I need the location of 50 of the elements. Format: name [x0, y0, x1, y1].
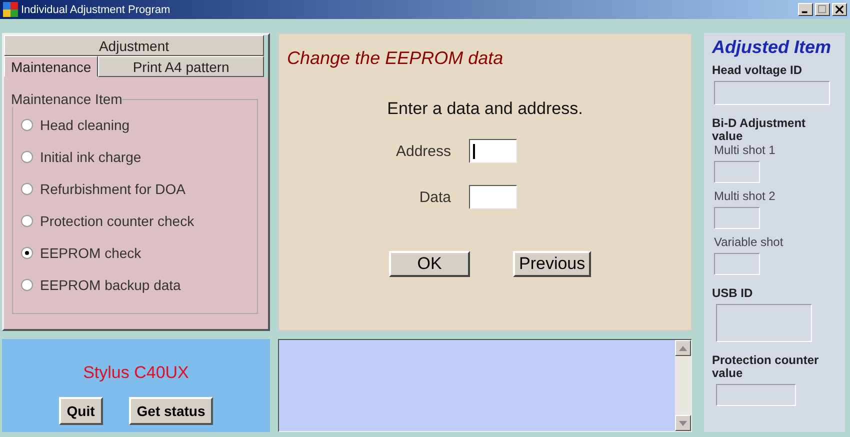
- close-icon: [835, 5, 844, 14]
- maximize-icon: [818, 5, 827, 14]
- item-label: Multi shot 1: [714, 143, 776, 157]
- maximize-button[interactable]: [815, 3, 830, 16]
- item-heading: Protection counter value: [712, 354, 820, 380]
- field-label: Address: [394, 142, 452, 160]
- scroll-up-button[interactable]: [675, 340, 691, 356]
- model-name: Stylus C40UX: [83, 363, 189, 383]
- radio-button[interactable]: [21, 151, 33, 163]
- window-title: Individual Adjustment Program: [21, 4, 172, 16]
- action-button[interactable]: Quit: [58, 397, 103, 425]
- option-label[interactable]: Head cleaning: [40, 117, 130, 133]
- scroll-down-button[interactable]: [675, 415, 691, 431]
- input-field[interactable]: [469, 139, 517, 163]
- option-label[interactable]: EEPROM check: [40, 245, 142, 261]
- tab[interactable]: Print A4 pattern: [98, 56, 264, 77]
- option-label[interactable]: Refurbishment for DOA: [40, 181, 186, 197]
- input-field[interactable]: [469, 185, 517, 209]
- down-arrow-icon: [679, 420, 687, 426]
- close-button[interactable]: [832, 3, 847, 16]
- group-title: Maintenance Item: [11, 91, 122, 107]
- tab[interactable]: Adjustment: [4, 35, 264, 56]
- radio-button[interactable]: [21, 183, 33, 195]
- option-label[interactable]: Protection counter check: [40, 213, 194, 229]
- dialog-button[interactable]: OK: [389, 251, 470, 277]
- action-button[interactable]: Get status: [128, 397, 214, 425]
- tab[interactable]: Maintenance: [4, 56, 98, 77]
- radio-button[interactable]: [21, 279, 33, 291]
- dialog-button[interactable]: Previous: [513, 251, 592, 277]
- radio-button[interactable]: [21, 247, 33, 259]
- panel-heading: Change the EEPROM data: [287, 48, 504, 69]
- item-heading: USB ID: [712, 287, 753, 300]
- panel-title: Adjusted Item: [712, 37, 832, 58]
- scrollbar[interactable]: [675, 340, 691, 431]
- up-arrow-icon: [679, 346, 687, 350]
- value-field: [714, 207, 760, 229]
- value-field: [714, 253, 760, 275]
- radio-button[interactable]: [21, 215, 33, 227]
- value-field: [714, 161, 760, 183]
- option-label[interactable]: EEPROM backup data: [40, 277, 181, 293]
- option-label[interactable]: Initial ink charge: [40, 149, 142, 165]
- radio-button[interactable]: [21, 119, 33, 131]
- minimize-button[interactable]: [798, 3, 813, 16]
- instruction-text: Enter a data and address.: [387, 99, 583, 119]
- app-icon: [3, 2, 18, 17]
- item-label: Variable shot: [714, 235, 784, 249]
- field-label: Data: [418, 188, 452, 206]
- item-label: Multi shot 2: [714, 189, 776, 203]
- item-heading: Bi-D Adjustment value: [712, 117, 807, 143]
- item-heading: Head voltage ID: [712, 64, 802, 77]
